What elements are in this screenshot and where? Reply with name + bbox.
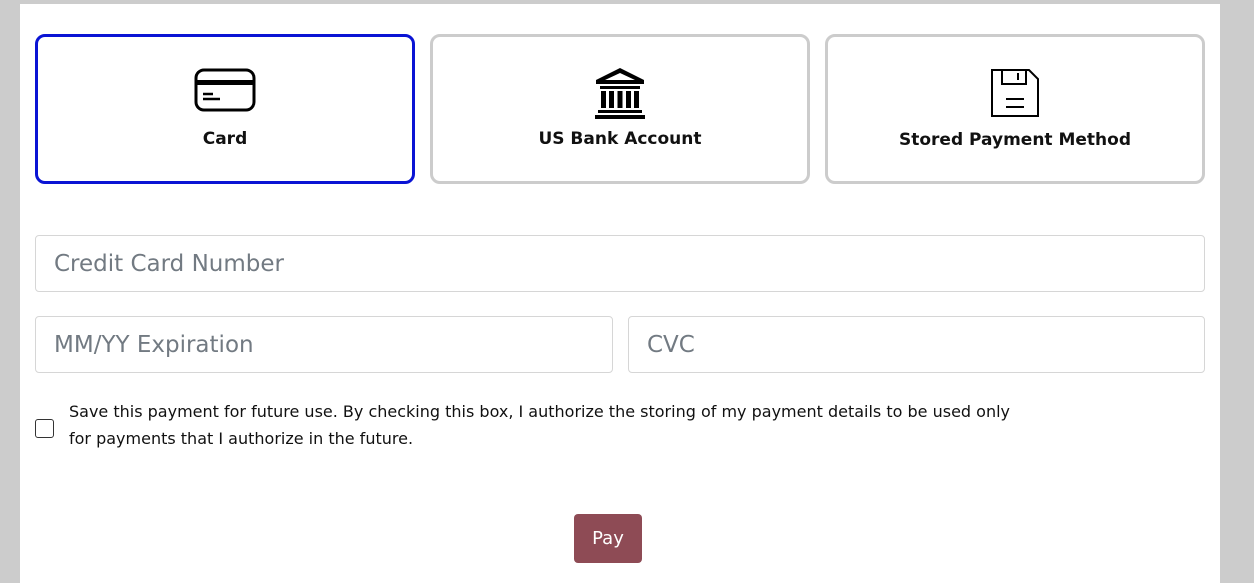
card-number-input[interactable] [35,235,1205,292]
payment-method-label: US Bank Account [538,129,702,149]
payment-panel: Card US Bank Account Stored Payment Meth… [20,4,1220,583]
payment-method-card[interactable]: Card [35,34,415,184]
credit-card-icon [194,68,256,112]
bank-icon [595,68,645,119]
save-payment-label: Save this payment for future use. By che… [69,402,1010,448]
payment-method-label: Card [202,129,248,149]
payment-method-stored[interactable]: Stored Payment Method [825,34,1205,184]
expiration-input[interactable] [35,316,613,373]
save-payment-checkbox[interactable] [35,419,54,438]
payment-method-bank[interactable]: US Bank Account [430,34,810,184]
floppy-disk-icon [991,69,1039,117]
payment-method-label: Stored Payment Method [899,130,1131,150]
cvc-input[interactable] [628,316,1205,373]
pay-button[interactable]: Pay [574,514,642,563]
